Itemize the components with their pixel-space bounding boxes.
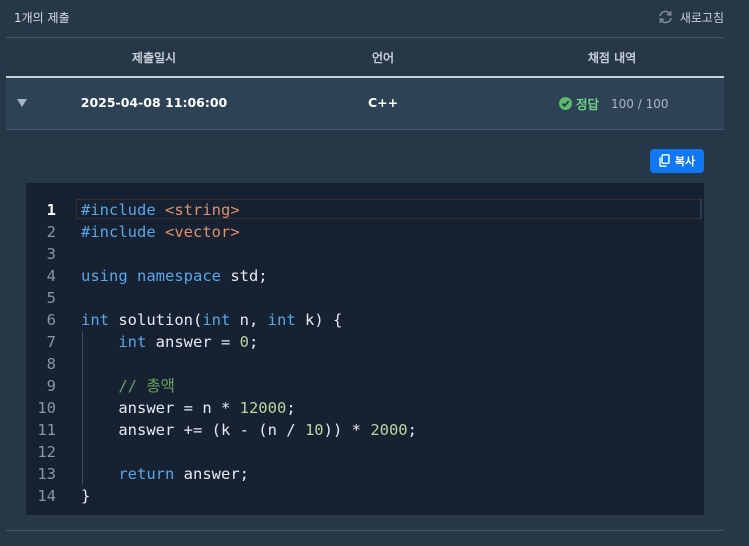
column-header-result: 채점 내역 (587, 51, 637, 65)
code-token: #include (81, 223, 165, 241)
code-line: 13 return answer; (26, 463, 704, 485)
table-header: 제출일시 언어 채점 내역 (6, 37, 724, 78)
code-token: n, (230, 311, 268, 329)
code-text: // 총액 (81, 375, 175, 397)
line-number: 12 (37, 443, 56, 461)
code-line: 3 (26, 243, 704, 265)
submission-datetime: 2025-04-08 11:06:00 (80, 95, 228, 110)
line-number: 10 (37, 399, 56, 417)
grading-result: 정답 100 / 100 (559, 94, 669, 113)
code-token: return (118, 465, 175, 483)
line-number: 5 (46, 289, 56, 307)
table-row[interactable]: 2025-04-08 11:06:00 C++ 정답 100 / 100 (6, 78, 724, 130)
line-number: 4 (46, 267, 56, 285)
line-number: 14 (37, 487, 56, 505)
code-token: <string> (165, 201, 240, 219)
code-token: 2000 (370, 421, 408, 439)
line-number: 13 (37, 465, 56, 483)
submission-count: 1개의 제출 (14, 11, 70, 25)
column-header-datetime: 제출일시 (131, 51, 177, 65)
code-text: } (81, 485, 90, 507)
code-token: answer += (k - (n / (81, 421, 305, 439)
code-token: 12000 (239, 399, 287, 417)
code-token: int (202, 311, 231, 329)
refresh-label: 새로고침 (679, 10, 724, 25)
code-line: 4 using namespace std; (26, 265, 704, 287)
expand-caret-icon[interactable] (17, 99, 27, 107)
code-token: <vector> (165, 223, 240, 241)
line-number: 3 (46, 245, 56, 263)
code-token: using namespace (81, 267, 231, 285)
line-number: 2 (46, 223, 56, 241)
refresh-icon (657, 9, 674, 25)
copy-button-label: 복사 (674, 155, 696, 168)
code-token: answer; (174, 465, 249, 483)
line-number: 9 (46, 377, 56, 395)
line-number: 7 (46, 333, 56, 351)
code-line: 9 // 총액 (26, 375, 704, 397)
code-editor[interactable]: 1 #include <string> 2 #include <vector> 3 4 us… (26, 183, 704, 515)
code-text: using namespace std; (81, 265, 268, 287)
code-line: 7 int answer = 0; (26, 331, 704, 353)
code-line: 10 answer = n * 12000; (26, 397, 704, 419)
code-line: 1 #include <string> (26, 199, 704, 221)
line-number: 8 (46, 355, 56, 373)
score-text: 100 / 100 (611, 96, 669, 111)
line-number: 6 (46, 311, 56, 329)
code-token: #include (81, 201, 165, 219)
code-line: 5 (26, 287, 704, 309)
code-token: ; (407, 421, 417, 439)
code-token: 0 (239, 333, 249, 351)
code-line: 14} (26, 485, 704, 507)
code-text: answer += (k - (n / 10)) * 2000; (81, 419, 417, 441)
code-token: int (81, 311, 109, 329)
code-line: 6 int solution(int n, int k) { (26, 309, 704, 331)
line-number: 11 (37, 421, 56, 439)
code-token: } (81, 487, 91, 505)
code-token: answer = (146, 333, 240, 351)
line-number: 1 (46, 201, 56, 219)
code-token: 10 (304, 421, 324, 439)
code-token: int (267, 311, 296, 329)
status-badge: 정답 (576, 97, 600, 112)
divider (6, 530, 724, 531)
code-line: 11 answer += (k - (n / 10)) * 2000; (26, 419, 704, 441)
code-text: answer = n * 12000; (81, 397, 296, 419)
code-token: ; (249, 333, 259, 351)
submission-language: C++ (367, 95, 399, 110)
code-token: answer = n * (81, 399, 240, 417)
code-token: // 총액 (118, 377, 175, 395)
code-token: std; (230, 267, 268, 285)
code-line: 8 (26, 353, 704, 375)
submission-header: 1개의 제출 새로고침 (0, 0, 749, 36)
code-text: #include <string> (81, 199, 240, 221)
code-token: ; (286, 399, 296, 417)
column-header-language: 언어 (371, 51, 395, 65)
code-text: int solution(int n, int k) { (81, 309, 342, 331)
code-token: )) * (323, 421, 371, 439)
code-text: return answer; (81, 463, 249, 485)
code-text: int answer = 0; (81, 331, 258, 353)
code-token: k) { (295, 311, 343, 329)
copy-icon (659, 152, 670, 171)
code-line: 2 #include <vector> (26, 221, 704, 243)
check-circle-icon (559, 97, 572, 110)
code-token: int (118, 333, 147, 351)
copy-button[interactable]: 복사 (650, 149, 704, 173)
refresh-button[interactable]: 새로고침 (657, 8, 724, 26)
submission-table: 제출일시 언어 채점 내역 2025-04-08 11:06:00 C++ 정답… (6, 37, 724, 130)
code-token: solution( (109, 311, 203, 329)
code-line: 12 (26, 441, 704, 463)
code-text: #include <vector> (81, 221, 240, 243)
